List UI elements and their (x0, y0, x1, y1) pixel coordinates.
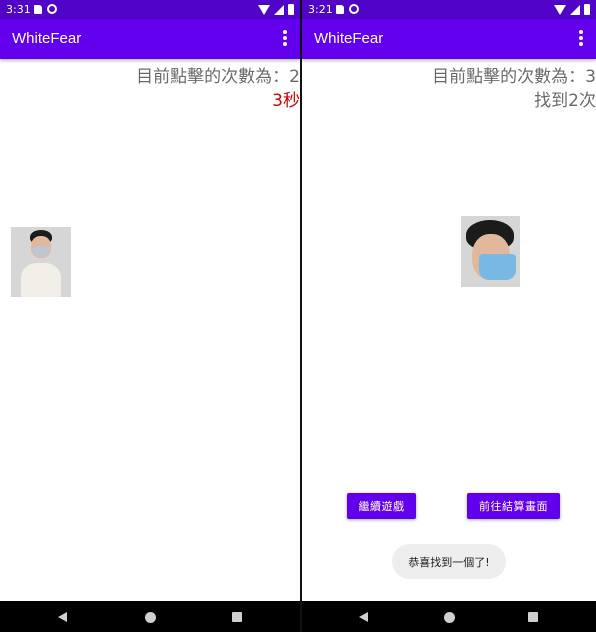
click-count-text: 目前點擊的次數為：3 (432, 67, 596, 87)
status-bar: 3:31 (0, 0, 300, 19)
battery-icon (584, 4, 590, 15)
go-to-results-button[interactable]: 前往結算畫面 (467, 493, 560, 519)
app-title: WhiteFear (12, 30, 82, 47)
sd-card-icon (34, 5, 42, 14)
timer-text: 3秒 (272, 91, 300, 111)
wifi-icon (554, 4, 566, 15)
continue-game-button[interactable]: 繼續遊戲 (347, 493, 416, 519)
sd-card-icon (336, 5, 344, 14)
overflow-menu-icon[interactable] (578, 30, 584, 48)
phone-screen-left: 3:31 WhiteFear 目前點擊的次數為：2 3秒 (0, 0, 300, 632)
app-notification-icon (349, 4, 359, 14)
recents-icon[interactable] (528, 612, 538, 622)
signal-icon (570, 4, 580, 15)
status-time: 3:31 (6, 3, 31, 16)
recents-icon[interactable] (232, 612, 242, 622)
app-notification-icon (47, 4, 57, 14)
target-photo[interactable] (461, 216, 520, 287)
phone-screen-right: 3:21 WhiteFear 目前點擊的次數為：3 找到2次 繼續遊戲 前往結算… (302, 0, 596, 632)
found-count-text: 找到2次 (534, 91, 596, 111)
photo-body-shape (21, 263, 61, 297)
back-icon[interactable] (58, 612, 67, 622)
status-icons (258, 4, 294, 15)
navigation-bar (0, 601, 300, 632)
status-time: 3:21 (308, 3, 333, 16)
signal-icon (274, 4, 284, 15)
click-count-text: 目前點擊的次數為：2 (136, 67, 300, 87)
photo-mask-shape (479, 254, 516, 280)
status-bar: 3:21 (302, 0, 596, 19)
overflow-menu-icon[interactable] (282, 30, 288, 48)
home-icon[interactable] (145, 612, 156, 623)
navigation-bar (302, 601, 596, 632)
back-icon[interactable] (359, 612, 368, 622)
toast-message: 恭喜找到一個了! (392, 544, 506, 579)
home-icon[interactable] (444, 612, 455, 623)
app-bar: WhiteFear (302, 19, 596, 59)
app-bar: WhiteFear (0, 19, 300, 59)
battery-icon (288, 4, 294, 15)
target-photo[interactable] (11, 227, 71, 297)
app-title: WhiteFear (314, 30, 384, 47)
status-icons (554, 4, 590, 15)
wifi-icon (258, 4, 270, 15)
